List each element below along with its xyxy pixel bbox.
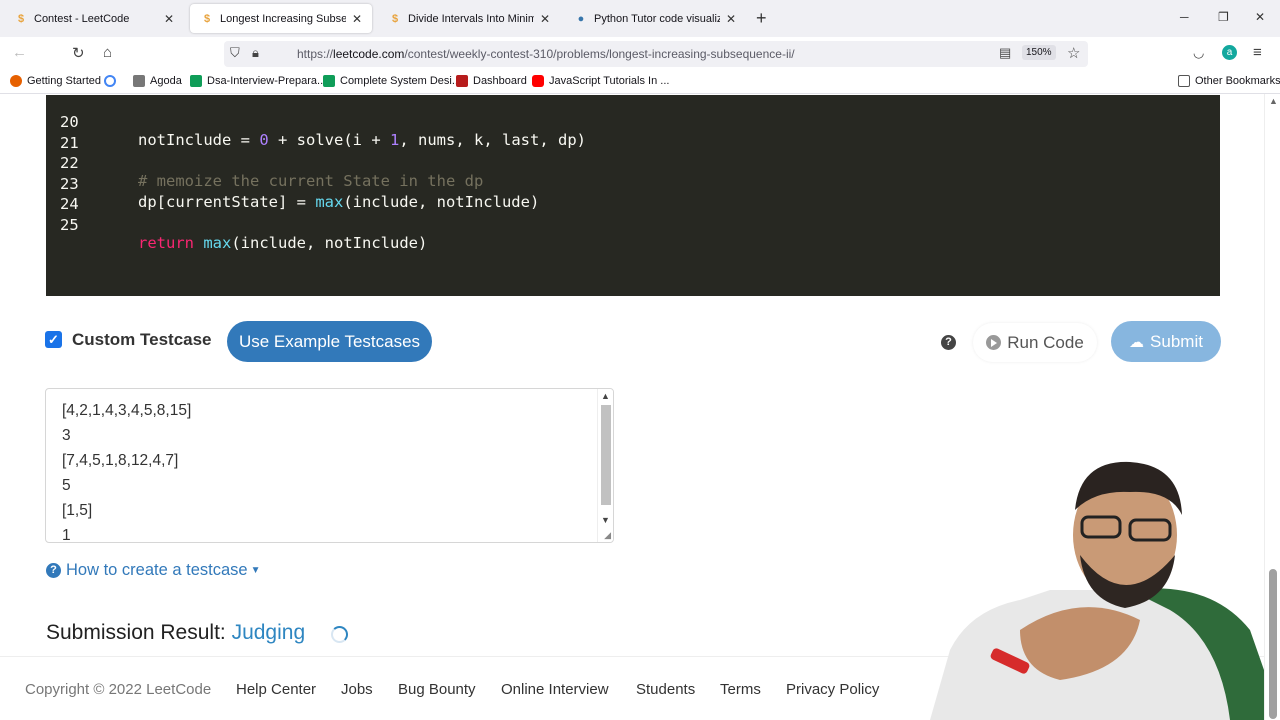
testcase-line: [7,4,5,1,8,12,4,7] [62, 452, 179, 469]
use-example-testcases-button[interactable]: Use Example Testcases [227, 321, 432, 362]
code-line: 20 notInclude = 0 + solve(i + 1, nums, k… [60, 113, 586, 149]
testcase-input[interactable]: [4,2,1,4,3,4,5,8,15] 3 [7,4,5,1,8,12,4,7… [45, 388, 614, 543]
testcase-line: [1,5] [62, 502, 93, 519]
tab-contest[interactable]: $ Contest - LeetCode ✕ [4, 4, 184, 33]
window-close-icon[interactable]: ✕ [1255, 10, 1265, 24]
leetcode-icon: $ [17, 12, 25, 25]
testcase-line: [4,2,1,4,3,4,5,8,15] [62, 402, 192, 419]
zoom-level[interactable]: 150% [1022, 45, 1056, 60]
tab-title: Divide Intervals Into Minimum N [408, 12, 534, 25]
resize-handle-icon[interactable]: ◢ [604, 530, 611, 541]
firefox-icon [10, 75, 22, 87]
testcase-line: 3 [62, 427, 71, 444]
dashboard-icon [456, 75, 468, 87]
play-icon [986, 335, 1002, 350]
bookmark-agoda[interactable]: Agoda [133, 75, 182, 87]
agoda-icon [133, 75, 145, 87]
close-icon[interactable]: ✕ [540, 12, 550, 26]
bookmark-system-design[interactable]: Complete System Desi... [323, 75, 461, 87]
sheets-icon [323, 75, 335, 87]
scroll-up-icon[interactable]: ▲ [601, 391, 610, 401]
testcase-line: 1 [62, 527, 71, 543]
close-icon[interactable]: ✕ [164, 12, 174, 26]
code-line: 24 [60, 195, 79, 213]
extension-icon[interactable]: a [1222, 45, 1237, 60]
shield-icon[interactable]: ⛉ [230, 45, 240, 61]
custom-testcase-checkbox[interactable]: ✓ [45, 331, 62, 348]
how-to-create-testcase-link[interactable]: ? How to create a testcase ▼ [46, 561, 261, 580]
bookmark-dsa[interactable]: Dsa-Interview-Prepara... [190, 75, 326, 87]
bookmark-star-icon[interactable]: ☆ [1067, 44, 1080, 62]
code-line: 21 [60, 133, 79, 152]
footer-link-jobs[interactable]: Jobs [341, 681, 373, 698]
copyright: Copyright © 2022 LeetCode [25, 681, 212, 698]
caret-down-icon: ▼ [250, 565, 261, 576]
lock-icon[interactable]: 🔒︎ [252, 45, 259, 61]
custom-testcase-label: Custom Testcase [72, 330, 212, 349]
question-circle-icon: ? [46, 563, 61, 578]
loading-spinner-icon [331, 626, 348, 643]
submission-result: Submission Result: Judging [46, 621, 306, 644]
tab-longest-increasing[interactable]: $ Longest Increasing Subsequenc ✕ [190, 4, 372, 33]
leetcode-icon: $ [391, 12, 399, 25]
page-scrollbar[interactable]: ▲ [1264, 94, 1280, 720]
code-line: 22 # memoize the current State in the dp [60, 154, 484, 190]
bookmark-getting-started[interactable]: Getting Started [10, 75, 101, 87]
run-code-button[interactable]: Run Code [973, 323, 1097, 362]
back-icon[interactable]: ← [12, 44, 27, 61]
tab-divide-intervals[interactable]: $ Divide Intervals Into Minimum N ✕ [378, 4, 560, 33]
footer-link-online-interview[interactable]: Online Interview [501, 681, 609, 698]
tab-python-tutor[interactable]: ● Python Tutor code visualizer: Vi ✕ [564, 4, 746, 33]
cloud-upload-icon: ☁ [1129, 333, 1145, 351]
footer-link-help-center[interactable]: Help Center [236, 681, 316, 698]
scroll-down-icon[interactable]: ▼ [601, 515, 610, 525]
footer-link-terms[interactable]: Terms [720, 681, 761, 698]
google-icon [104, 75, 116, 87]
youtube-icon [532, 75, 544, 87]
url-text[interactable]: https://leetcode.com/contest/weekly-cont… [297, 47, 795, 61]
reader-icon[interactable]: ▤ [999, 45, 1011, 61]
code-line: 23 dp[currentState] = max(include, notIn… [60, 174, 540, 211]
textarea-scrollbar[interactable]: ▲ ▼ [597, 389, 613, 542]
python-icon: ● [577, 12, 585, 25]
testcase-line: 5 [62, 477, 71, 494]
minimize-icon[interactable]: ─ [1180, 10, 1189, 24]
pocket-icon[interactable]: ◡ [1193, 45, 1204, 61]
webcam-overlay [930, 461, 1264, 720]
new-tab-icon[interactable]: + [756, 8, 767, 29]
tab-title: Longest Increasing Subsequenc [220, 12, 346, 25]
restore-icon[interactable]: ❐ [1218, 10, 1229, 24]
scroll-up-icon[interactable]: ▲ [1269, 96, 1278, 106]
leetcode-icon: $ [203, 12, 211, 25]
help-icon[interactable]: ? [941, 335, 956, 350]
reload-icon[interactable]: ↻ [72, 44, 85, 62]
bookmark-dashboard[interactable]: Dashboard [456, 75, 527, 87]
footer-link-privacy-policy[interactable]: Privacy Policy [786, 681, 879, 698]
submit-button[interactable]: ☁ Submit [1111, 321, 1221, 362]
tab-title: Contest - LeetCode [34, 12, 130, 25]
code-editor[interactable]: 20 notInclude = 0 + solve(i + 1, nums, k… [46, 95, 1220, 296]
close-icon[interactable]: ✕ [726, 12, 736, 26]
other-bookmarks[interactable]: Other Bookmarks [1178, 75, 1280, 87]
folder-icon [1178, 75, 1190, 87]
footer-link-students[interactable]: Students [636, 681, 695, 698]
scrollbar-thumb[interactable] [601, 405, 611, 505]
scrollbar-thumb[interactable] [1269, 569, 1277, 719]
menu-icon[interactable]: ≡ [1253, 44, 1262, 61]
footer-link-bug-bounty[interactable]: Bug Bounty [398, 681, 476, 698]
home-icon[interactable]: ⌂ [103, 44, 112, 61]
tab-title: Python Tutor code visualizer: Vi [594, 12, 720, 25]
submission-status: Judging [231, 621, 306, 644]
bookmark-javascript[interactable]: JavaScript Tutorials In ... [532, 75, 669, 87]
sheets-icon [190, 75, 202, 87]
code-line: 25 return max(include, notInclude) [60, 215, 428, 252]
close-icon[interactable]: ✕ [352, 12, 362, 26]
bookmark-google[interactable] [104, 75, 121, 87]
